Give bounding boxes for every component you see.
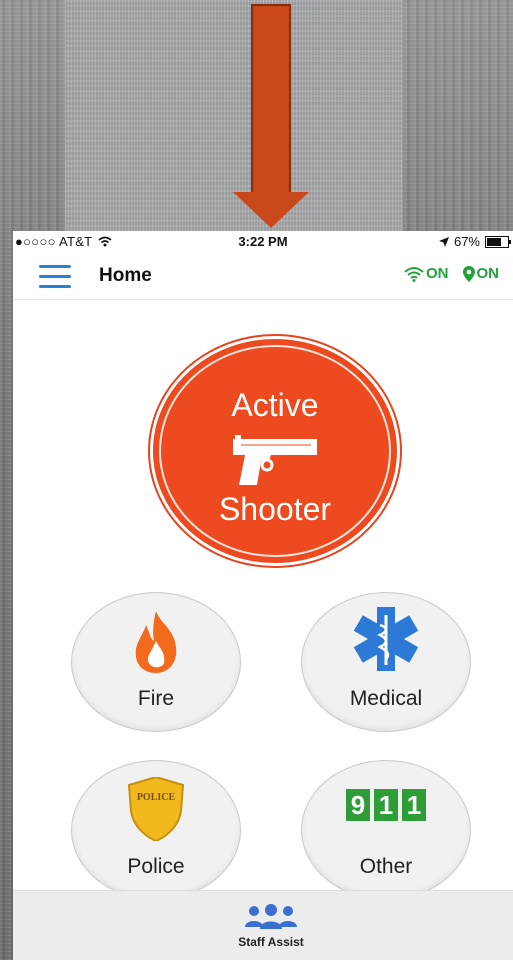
medical-label: Medical (349, 687, 423, 710)
phone-screen: ●○○○○ AT&T 3:22 PM 67% Home ON ON Active… (13, 231, 513, 960)
active-shooter-label-bottom: Shooter (218, 491, 332, 527)
wifi-status: ON (404, 265, 449, 282)
connection-status: ON ON (404, 265, 499, 282)
staff-assist-label: Staff Assist (238, 935, 304, 949)
location-status-label: ON (476, 265, 500, 282)
main-content: Active Shooter Fire Medical POLICE Polic… (13, 300, 513, 900)
911-icon: 9 1 1 (346, 789, 426, 821)
battery-percent: 67% (453, 234, 480, 249)
bottom-tab-bar: Staff Assist (13, 890, 513, 960)
wifi-icon (404, 266, 424, 282)
active-shooter-button[interactable]: Active Shooter (150, 336, 400, 566)
location-pin-icon (462, 265, 475, 282)
police-badge-icon: POLICE (127, 777, 185, 841)
medical-button[interactable]: Medical (301, 592, 471, 732)
status-bar: ●○○○○ AT&T 3:22 PM 67% (13, 231, 513, 253)
people-group-icon (245, 904, 297, 929)
active-shooter-label-top: Active (231, 387, 319, 423)
wifi-status-label: ON (426, 265, 449, 282)
police-badge-text: POLICE (137, 792, 176, 803)
staff-assist-tab[interactable]: Staff Assist (221, 901, 321, 957)
other-label: Other (359, 855, 413, 878)
flame-icon (135, 611, 177, 673)
police-label: Police (127, 855, 185, 878)
star-of-life-icon (354, 607, 418, 671)
hamburger-menu-icon[interactable] (39, 265, 71, 289)
location-status: ON (462, 265, 500, 282)
digit-9: 9 (346, 789, 370, 821)
fire-label: Fire (137, 687, 175, 710)
location-arrow-icon (438, 236, 449, 247)
status-right: 67% (438, 234, 511, 249)
pointer-arrow-head (233, 192, 309, 228)
pointer-arrow (251, 4, 291, 196)
fire-button[interactable]: Fire (71, 592, 241, 732)
nav-bar: Home ON ON (13, 253, 513, 300)
other-button[interactable]: 9 1 1 Other (301, 760, 471, 900)
digit-1-second: 1 (402, 789, 426, 821)
pistol-icon (233, 435, 317, 485)
digit-1: 1 (374, 789, 398, 821)
battery-icon (485, 235, 511, 248)
police-button[interactable]: POLICE Police (71, 760, 241, 900)
page-title: Home (99, 265, 152, 286)
